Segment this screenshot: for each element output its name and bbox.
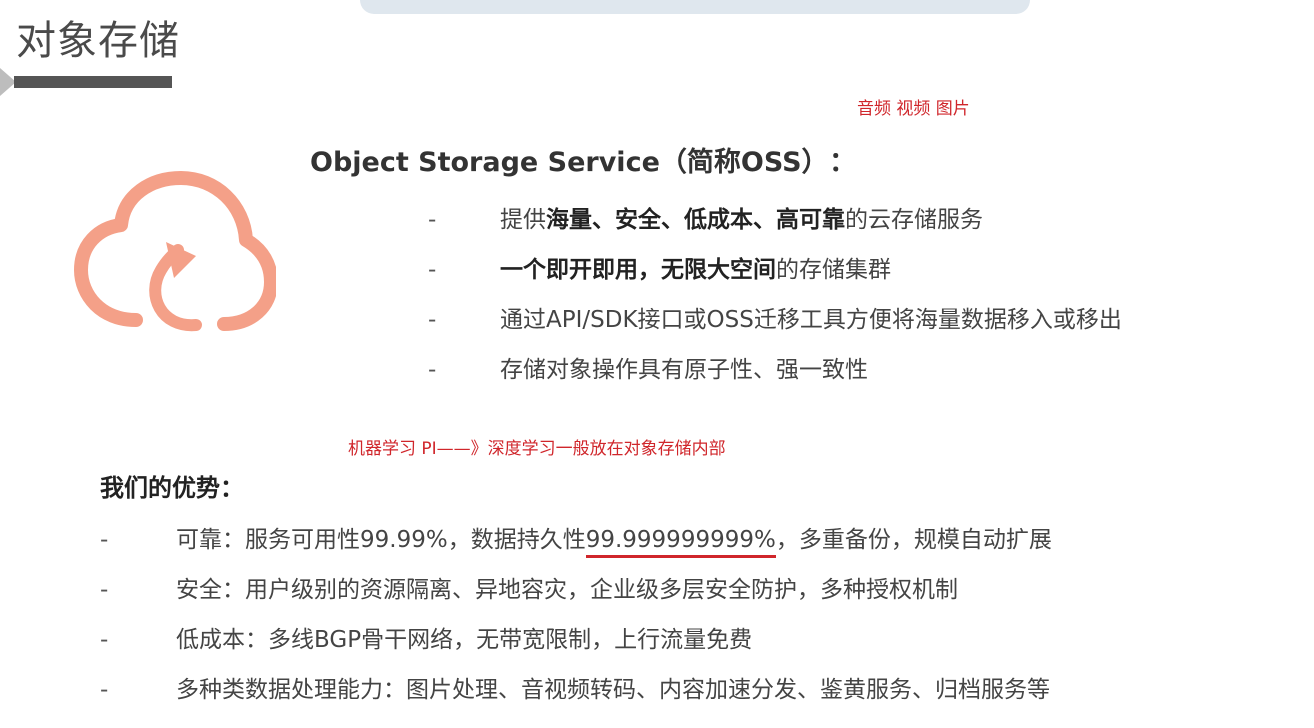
advantage-item: - 多种类数据处理能力：图片处理、音视频转码、内容加速分发、鉴黄服务、归档服务等 (100, 670, 1052, 720)
feature-item: - 存储对象操作具有原子性、强一致性 (428, 350, 1122, 400)
feature-emphasis: 一个即开即用，无限大空间 (500, 257, 776, 283)
durability-value-underlined: 99.999999999% (585, 527, 776, 558)
feature-text: 通过API/SDK接口或OSS迁移工具方便将海量数据移入或移出 (500, 307, 1122, 333)
feature-emphasis: 海量、安全、低成本、高可靠 (546, 207, 845, 233)
feature-item: - 一个即开即用，无限大空间的存储集群 (428, 250, 1122, 300)
list-bullet: - (428, 307, 437, 333)
feature-item: - 提供海量、安全、低成本、高可靠的云存储服务 (428, 200, 1122, 250)
advantage-item: - 可靠：服务可用性99.99%，数据持久性99.999999999%，多重备份，… (100, 520, 1052, 570)
list-bullet: - (100, 627, 109, 653)
feature-text: 存储对象操作具有原子性、强一致性 (500, 357, 868, 383)
list-bullet: - (100, 577, 109, 603)
page-title: 对象存储 (16, 18, 180, 64)
advantage-item: - 安全：用户级别的资源隔离、异地容灾，企业级多层安全防护，多种授权机制 (100, 570, 1052, 620)
advantage-text: 多种类数据处理能力：图片处理、音视频转码、内容加速分发、鉴黄服务、归档服务等 (176, 677, 1050, 703)
list-bullet: - (428, 257, 437, 283)
top-decoration-bar (360, 0, 1030, 14)
advantages-list: - 可靠：服务可用性99.99%，数据持久性99.999999999%，多重备份，… (100, 520, 1052, 720)
oss-heading-colon: ： (829, 147, 857, 178)
list-bullet: - (100, 527, 109, 553)
advantage-item: - 低成本：多线BGP骨干网络，无带宽限制，上行流量免费 (100, 620, 1052, 670)
title-underline (14, 76, 172, 88)
advantage-text: 可靠：服务可用性99.99%，数据持久性 (176, 527, 586, 553)
oss-heading-text: Object Storage Service（简称OSS） (310, 147, 816, 178)
cloud-upload-icon (74, 171, 276, 332)
annotation-media: 音频 视频 图片 (857, 99, 970, 119)
list-bullet: - (428, 357, 437, 383)
advantages-heading: 我们的优势： (100, 474, 244, 502)
oss-feature-list: - 提供海量、安全、低成本、高可靠的云存储服务 - 一个即开即用，无限大空间的存储集群… (428, 200, 1122, 400)
feature-item: - 通过API/SDK接口或OSS迁移工具方便将海量数据移入或移出 (428, 300, 1122, 350)
feature-text: 的云存储服务 (845, 207, 983, 233)
oss-heading: Object Storage Service（简称OSS） ： (310, 140, 856, 179)
list-bullet: - (100, 677, 109, 703)
feature-text: 提供 (500, 207, 546, 233)
advantage-text: ，多重备份，规模自动扩展 (775, 527, 1052, 553)
annotation-machine-learning: 机器学习 PI——》深度学习一般放在对象存储内部 (348, 439, 726, 459)
list-bullet: - (428, 207, 437, 233)
advantage-text: 安全：用户级别的资源隔离、异地容灾，企业级多层安全防护，多种授权机制 (176, 577, 958, 603)
feature-text: 的存储集群 (776, 257, 891, 283)
advantage-text: 低成本：多线BGP骨干网络，无带宽限制，上行流量免费 (176, 627, 753, 653)
